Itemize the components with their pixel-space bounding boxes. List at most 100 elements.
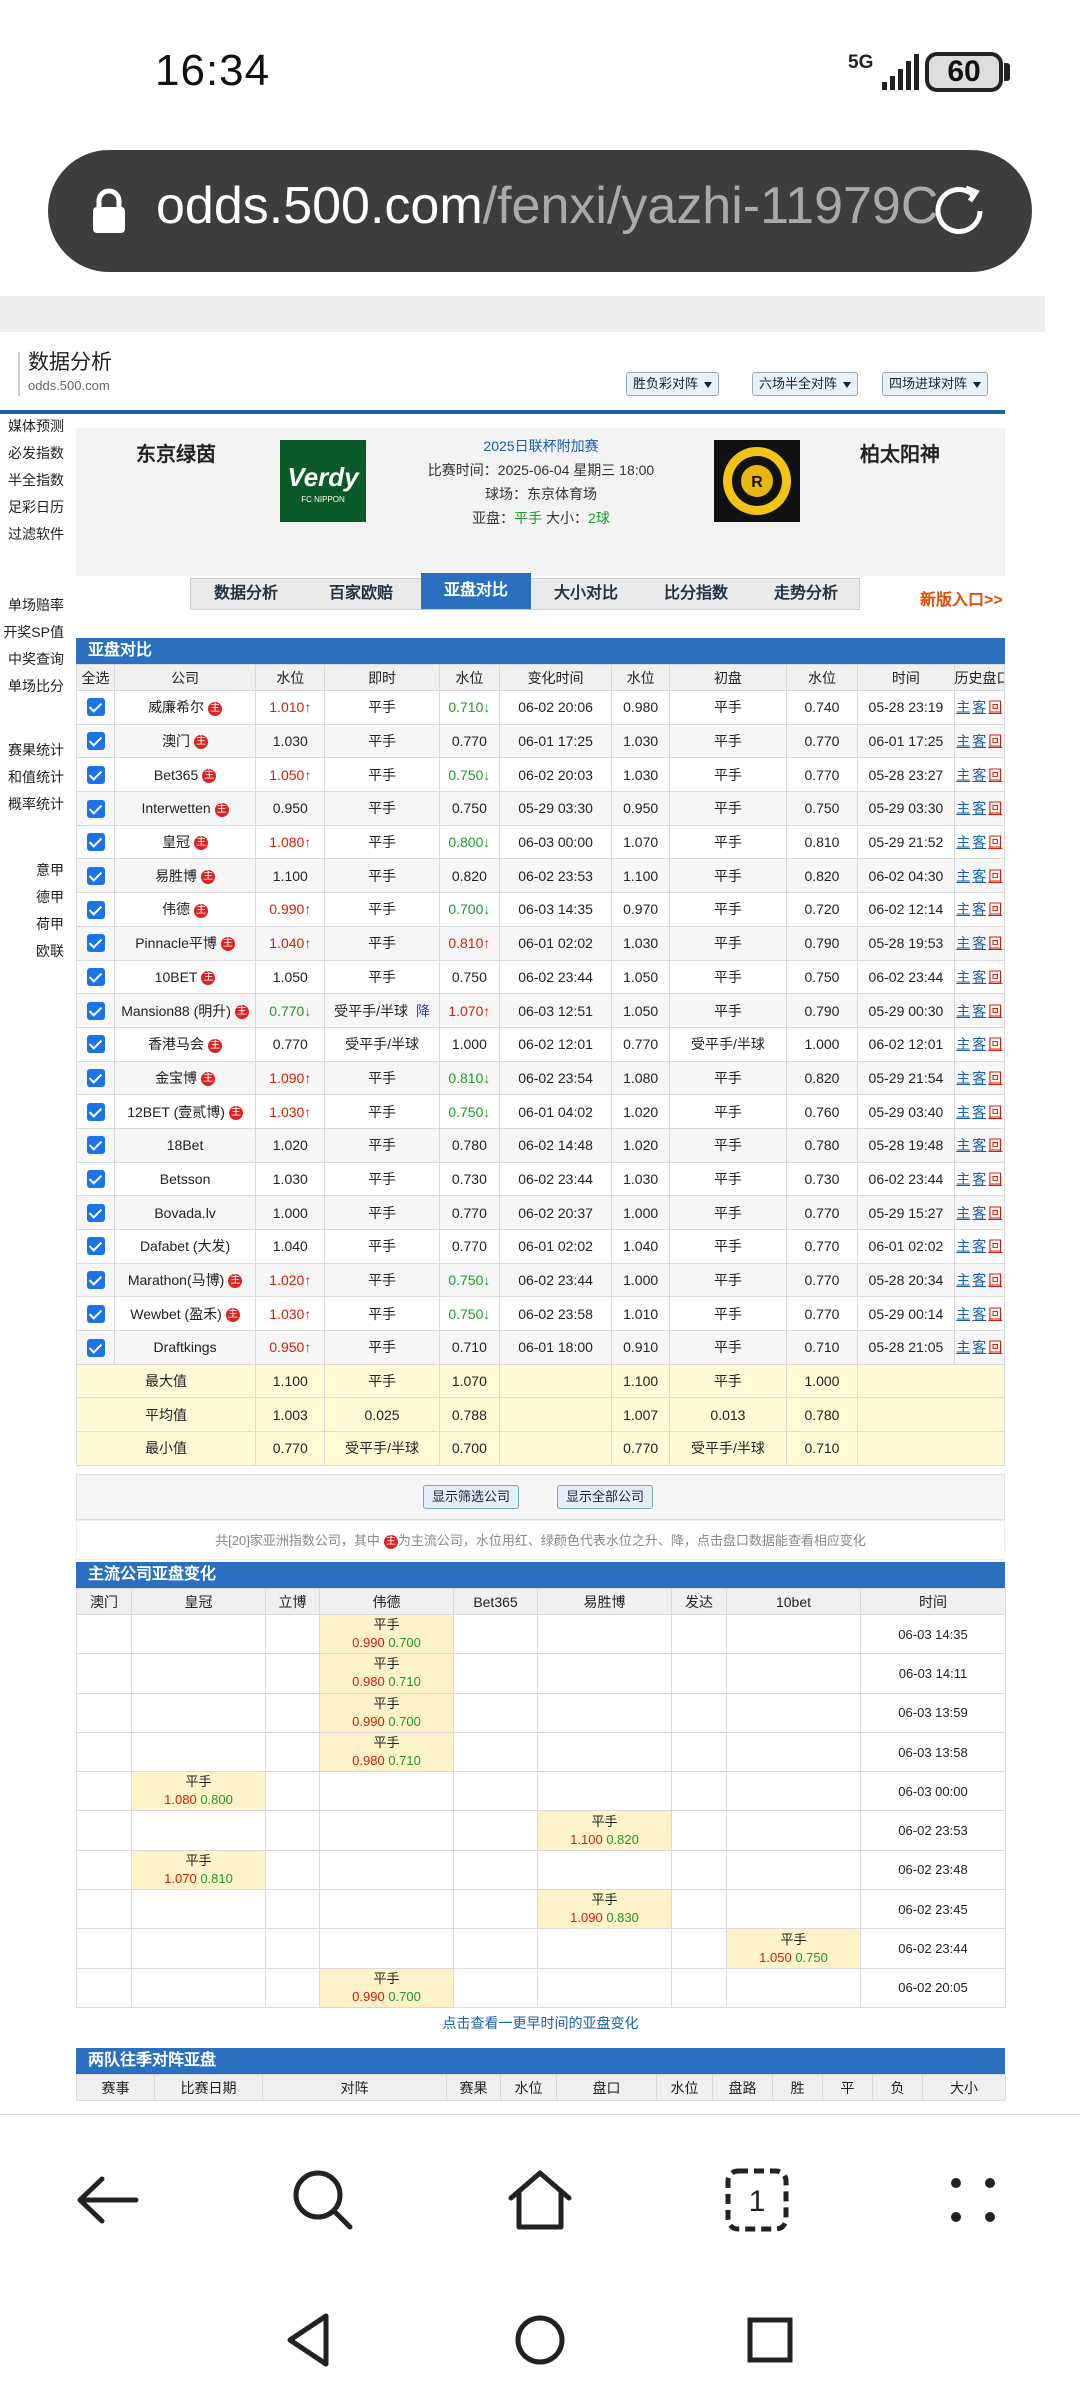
history-link-1[interactable]: 客 [972, 969, 986, 985]
home-team-name[interactable]: 东京绿茵 [136, 438, 216, 467]
select-cell[interactable] [75, 1060, 116, 1096]
history-link-2[interactable]: 回 [988, 1137, 1002, 1153]
company-cell[interactable]: 12BET (壹贰博) 主 [114, 1094, 257, 1129]
company-name[interactable]: 皇冠 [162, 834, 190, 850]
live-line[interactable]: 平手 [324, 1229, 440, 1264]
checkbox[interactable] [86, 866, 105, 885]
sidebar-item[interactable]: 赛果统计 [0, 740, 64, 760]
checkbox[interactable] [86, 1136, 105, 1155]
live-line[interactable]: 平手 [324, 824, 440, 860]
init-water-away[interactable]: 0.760 [785, 1094, 859, 1129]
history-link-2[interactable]: 回 [988, 1036, 1002, 1052]
init-water-home[interactable]: 1.030 [611, 1161, 671, 1197]
select-cell[interactable] [75, 723, 116, 759]
init-water-home[interactable]: 1.050 [611, 959, 671, 995]
history-link-2[interactable]: 回 [988, 699, 1002, 715]
sidebar-item[interactable]: 中奖查询 [0, 649, 64, 669]
checkbox[interactable] [86, 1338, 105, 1357]
odds-row[interactable]: Bet365 主 1.050↑ 平手 0.750↓ 06-02 20:03 1.030 平手 0… [75, 757, 1006, 793]
history-link-2[interactable]: 回 [988, 969, 1002, 985]
company-name[interactable]: 18Bet [167, 1137, 204, 1153]
init-water-away[interactable]: 0.770 [785, 1296, 859, 1332]
live-water-home[interactable]: 0.770 [255, 1026, 326, 1062]
init-line[interactable]: 平手 [669, 791, 787, 826]
history-link-1[interactable]: 客 [972, 1238, 986, 1254]
history-link-1[interactable]: 客 [972, 733, 986, 749]
history-link-0[interactable]: 主 [956, 1137, 970, 1153]
change-cell[interactable]: 平手 0.980 0.710 [319, 1653, 454, 1694]
history-link-0[interactable]: 主 [956, 800, 970, 816]
history-link-0[interactable]: 主 [956, 1238, 970, 1254]
odds-row[interactable]: 10BET 主 1.050 平手 0.750 06-02 23:44 1.050 平手 0.75… [75, 959, 1006, 995]
init-water-home[interactable]: 1.080 [611, 1060, 671, 1096]
checkbox[interactable] [86, 900, 105, 919]
live-line[interactable]: 平手 [324, 1094, 440, 1129]
select-cell[interactable] [75, 690, 116, 725]
company-name[interactable]: 金宝博 [155, 1070, 197, 1086]
history-link-1[interactable]: 客 [972, 1272, 986, 1288]
odds-row[interactable]: 香港马会主 0.770 受平手/半球 1.000 06-02 12:01 0.770 受平手… [75, 1026, 1006, 1062]
lottery-matchup-button[interactable]: 胜负彩对阵 [626, 372, 720, 396]
odds-row[interactable]: 金宝博主 1.090↑ 平手 0.810↓ 06-02 23:54 1.080 平手 0.82… [75, 1060, 1006, 1096]
init-water-home[interactable]: 0.980 [611, 690, 671, 725]
history-link-1[interactable]: 客 [972, 1070, 986, 1086]
live-water-away[interactable]: 0.750↓ [438, 1262, 501, 1298]
init-water-away[interactable]: 0.770 [785, 1195, 859, 1230]
history-link-0[interactable]: 主 [956, 834, 970, 850]
checkbox[interactable] [86, 1237, 105, 1256]
checkbox[interactable] [86, 1170, 105, 1189]
company-name[interactable]: Marathon(马博) [128, 1272, 224, 1288]
url-text[interactable]: odds.500.com/fenxi/yazhi-11979C [156, 176, 936, 236]
init-water-home[interactable]: 1.030 [611, 723, 671, 759]
select-cell[interactable] [75, 959, 116, 995]
live-water-away[interactable]: 0.810↑ [438, 925, 501, 961]
company-cell[interactable]: Interwetten 主 [114, 791, 257, 826]
history-link-1[interactable]: 客 [972, 1205, 986, 1221]
company-cell[interactable]: Draftkings [114, 1330, 257, 1365]
history-link-2[interactable]: 回 [988, 1272, 1002, 1288]
live-water-away[interactable]: 0.770 [438, 1195, 501, 1230]
checkbox[interactable] [86, 799, 105, 818]
company-name[interactable]: Bet365 [154, 767, 198, 783]
sidebar-item[interactable]: 足彩日历 [0, 497, 64, 517]
init-line[interactable]: 平手 [669, 993, 787, 1028]
company-cell[interactable]: 10BET 主 [114, 959, 257, 995]
company-name[interactable]: Draftkings [154, 1339, 217, 1355]
history-link-2[interactable]: 回 [988, 1070, 1002, 1086]
live-line[interactable]: 平手 [324, 723, 440, 759]
live-water-home[interactable]: 1.030↑ [255, 1094, 326, 1129]
history-link-0[interactable]: 主 [956, 1272, 970, 1288]
history-link-2[interactable]: 回 [988, 868, 1002, 884]
select-cell[interactable] [75, 925, 116, 961]
init-line[interactable]: 平手 [669, 757, 787, 793]
six-match-button[interactable]: 六场半全对阵 [752, 372, 859, 396]
sidebar-item[interactable]: 欧联 [0, 941, 64, 961]
company-name[interactable]: 香港马会 [148, 1036, 204, 1052]
init-line[interactable]: 平手 [669, 1094, 787, 1129]
init-line[interactable]: 平手 [669, 959, 787, 995]
live-water-away[interactable]: 1.070↑ [438, 993, 501, 1028]
live-line[interactable]: 平手 [324, 858, 440, 894]
live-water-away[interactable]: 0.730 [438, 1161, 501, 1197]
live-water-away[interactable]: 0.780 [438, 1127, 501, 1163]
sidebar-item[interactable]: 德甲 [0, 887, 64, 907]
odds-row[interactable]: 威廉希尔主 1.010↑ 平手 0.710↓ 06-02 20:06 0.980 平手 0.7… [75, 690, 1006, 725]
init-water-away[interactable]: 0.730 [785, 1161, 859, 1197]
company-cell[interactable]: Betsson [114, 1161, 257, 1197]
odds-row[interactable]: 皇冠主 1.080↑ 平手 0.800↓ 06-03 00:00 1.070 平手 0.810… [75, 824, 1006, 860]
checkbox[interactable] [86, 1035, 105, 1054]
live-water-home[interactable]: 1.020↑ [255, 1262, 326, 1298]
history-link-1[interactable]: 客 [972, 767, 986, 783]
live-water-away[interactable]: 0.800↓ [438, 824, 501, 860]
live-line[interactable]: 平手 [324, 757, 440, 793]
init-line[interactable]: 平手 [669, 1330, 787, 1365]
tab-1[interactable]: 百家欧赔 [301, 579, 421, 609]
company-cell[interactable]: 金宝博主 [114, 1060, 257, 1096]
history-link-2[interactable]: 回 [988, 935, 1002, 951]
history-link-1[interactable]: 客 [972, 1137, 986, 1153]
history-link-0[interactable]: 主 [956, 1104, 970, 1120]
init-water-home[interactable]: 1.000 [611, 1195, 671, 1230]
change-cell[interactable]: 平手 1.100 0.820 [537, 1810, 672, 1851]
history-link-1[interactable]: 客 [972, 1104, 986, 1120]
select-cell[interactable] [75, 892, 116, 927]
